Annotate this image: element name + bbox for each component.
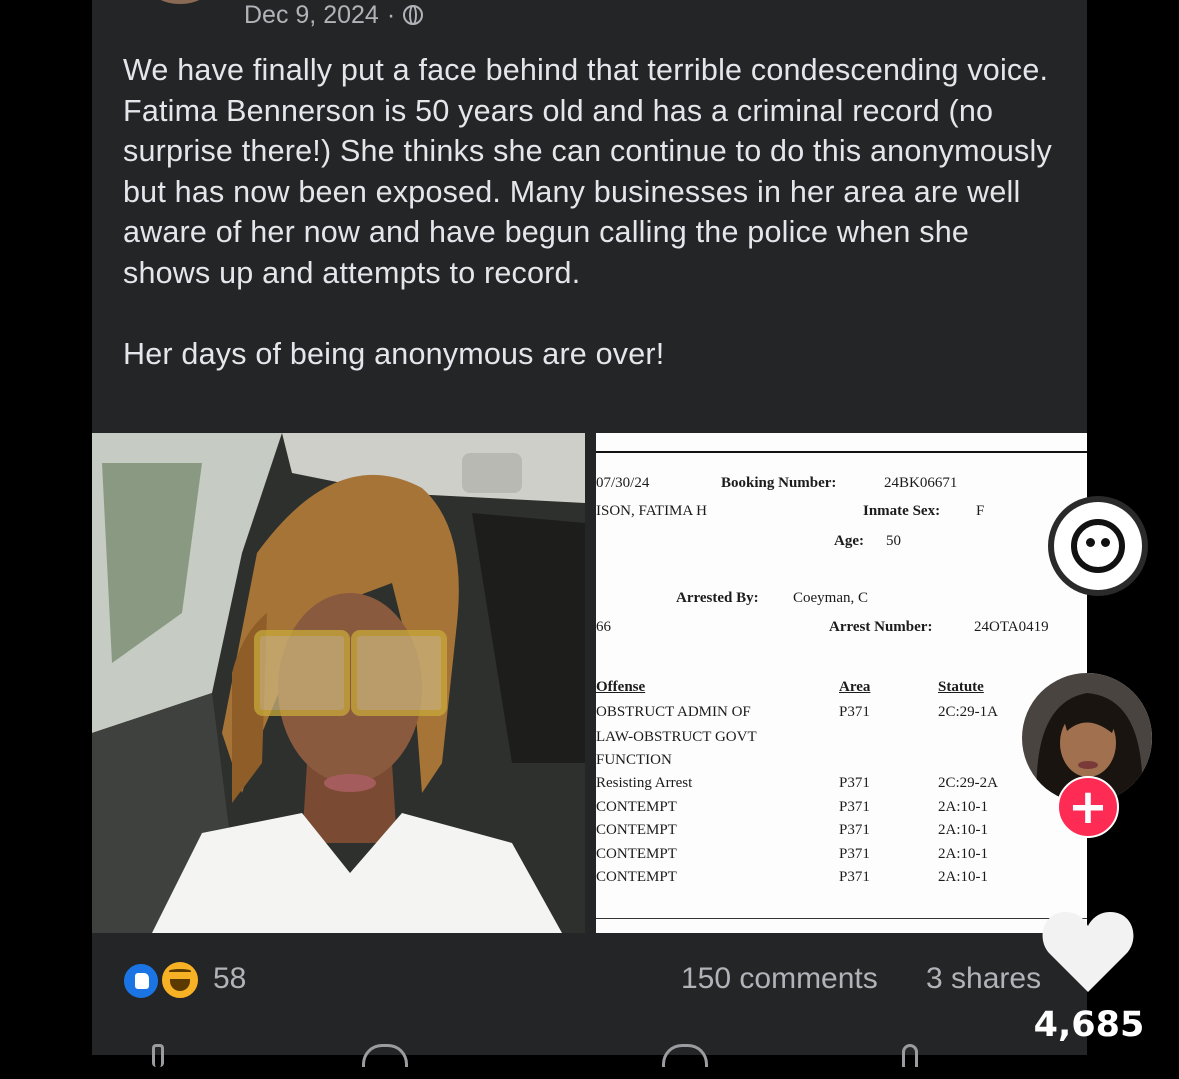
offense-cell-statute: 2A:10-1 (938, 799, 988, 815)
booking-number: 24BK06671 (884, 475, 958, 491)
offense-cell-statute: 2C:29-2A (938, 775, 998, 791)
arrested-by: Coeyman, C (793, 590, 868, 606)
action-hint (152, 1044, 164, 1067)
face-icon[interactable] (1054, 502, 1142, 590)
booking-date: 07/30/24 (596, 475, 650, 491)
selfie-photo[interactable] (92, 433, 585, 933)
action-hint (902, 1044, 918, 1067)
face-icon-eye (1086, 538, 1095, 547)
arrest-number: 24OTA0419 (974, 619, 1049, 635)
like-count: 4,685 (1033, 1005, 1145, 1045)
post-paragraph: We have finally put a face behind that t… (123, 53, 1052, 290)
meta-separator: · (386, 0, 396, 29)
post-meta: Dec 9, 2024 · (244, 0, 424, 30)
booking-record-image[interactable]: 07/30/24 Booking Number: 24BK06671 ISON,… (596, 433, 1087, 933)
offense-cell-offense: CONTEMPT (596, 799, 677, 815)
inmate-sex: F (976, 503, 985, 519)
offense-cell-statute: 2C:29-1A (938, 704, 998, 720)
offense-cell-area: P371 (839, 869, 870, 885)
face-icon-eye (1101, 538, 1110, 547)
column-offense: Offense (596, 679, 646, 695)
booking-number-label: Booking Number: (721, 475, 837, 491)
follow-button[interactable]: + (1057, 776, 1119, 838)
face-icon-ring (1071, 519, 1125, 573)
post-date[interactable]: Dec 9, 2024 (244, 1, 379, 30)
left-fragment: 66 (596, 619, 611, 635)
offense-cell-offense: Resisting Arrest (596, 775, 693, 791)
offense-cell-offense: CONTEMPT (596, 869, 677, 885)
offense-cell-statute: 2A:10-1 (938, 846, 988, 862)
age: 50 (886, 533, 901, 549)
post-action-bar (92, 1040, 1087, 1067)
globe-icon (403, 5, 424, 25)
inmate-name: ISON, FATIMA H (596, 503, 707, 519)
age-label: Age: (834, 533, 864, 549)
offense-cell-offense: LAW-OBSTRUCT GOVT (596, 729, 757, 745)
offense-cell-statute: 2A:10-1 (938, 822, 988, 838)
comments-link[interactable]: 150 comments (681, 962, 878, 996)
offense-cell-offense: OBSTRUCT ADMIN OF (596, 704, 751, 720)
heart-icon[interactable] (1040, 906, 1136, 996)
haha-icon (160, 960, 200, 1000)
arrest-number-label: Arrest Number: (829, 619, 933, 635)
offense-cell-statute: 2A:10-1 (938, 869, 988, 885)
column-statute: Statute (938, 679, 984, 695)
inmate-sex-label: Inmate Sex: (863, 503, 941, 519)
offense-cell-area: P371 (839, 846, 870, 862)
offense-cell-area: P371 (839, 822, 870, 838)
post-paragraph: Her days of being anonymous are over! (123, 336, 665, 371)
action-hint (362, 1044, 408, 1067)
like-icon (122, 962, 160, 1000)
shares-link[interactable]: 3 shares (926, 962, 1041, 996)
offense-cell-area: P371 (839, 775, 870, 791)
post-body: We have finally put a face behind that t… (123, 50, 1063, 374)
offense-cell-area: P371 (839, 799, 870, 815)
offense-cell-offense: CONTEMPT (596, 822, 677, 838)
offense-cell-area: P371 (839, 704, 870, 720)
action-hint (662, 1044, 708, 1067)
arrested-by-label: Arrested By: (676, 590, 759, 606)
offense-cell-offense: CONTEMPT (596, 846, 677, 862)
document-rule (596, 918, 1087, 919)
offense-cell-offense: FUNCTION (596, 752, 672, 768)
column-area: Area (839, 679, 871, 695)
document-rule (596, 451, 1087, 453)
reaction-count[interactable]: 58 (213, 962, 246, 996)
